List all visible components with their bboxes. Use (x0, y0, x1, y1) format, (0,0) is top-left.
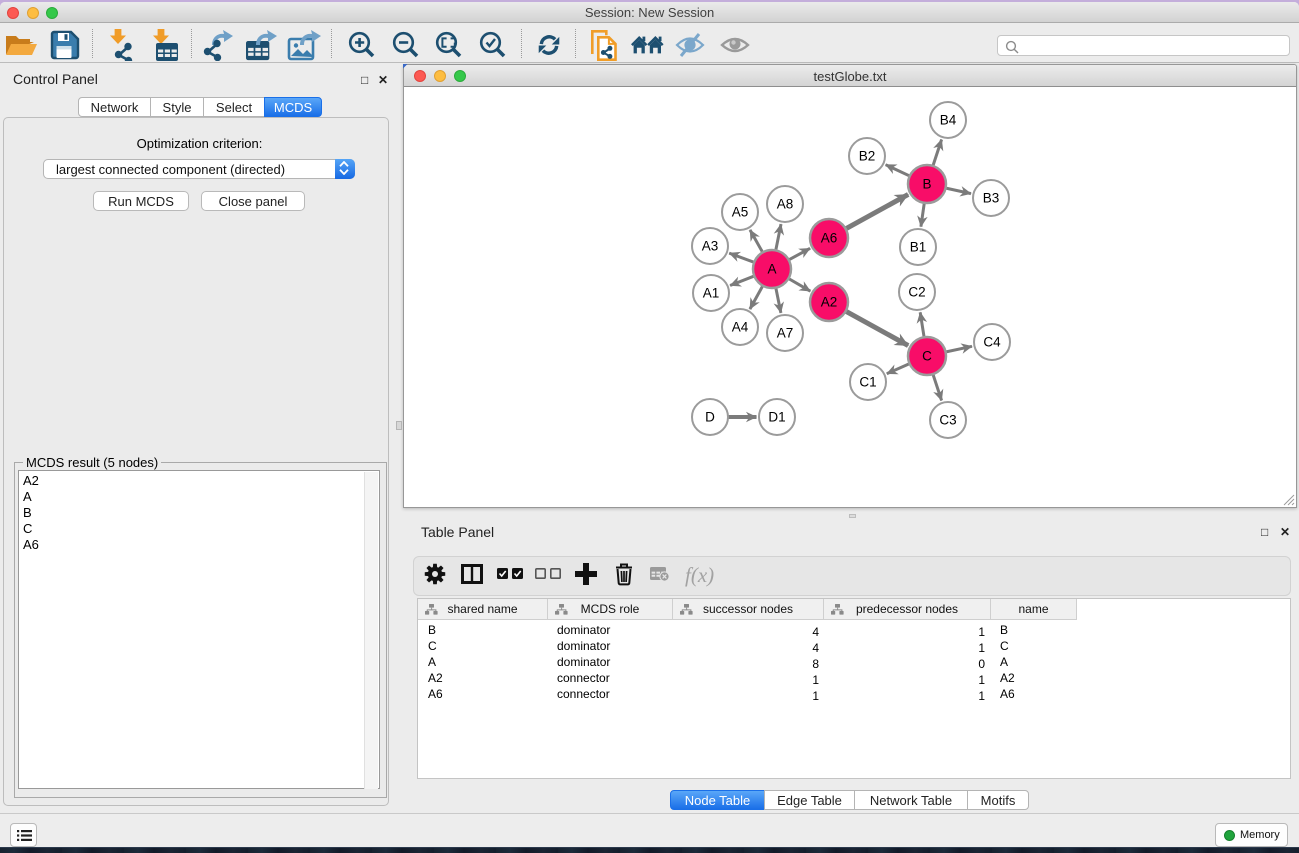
svg-text:C: C (922, 349, 932, 364)
svg-text:B: B (922, 177, 931, 192)
svg-text:C3: C3 (939, 413, 956, 428)
svg-text:B2: B2 (859, 149, 876, 164)
svg-text:D: D (705, 410, 715, 425)
svg-text:C1: C1 (859, 375, 876, 390)
svg-text:C4: C4 (983, 335, 1001, 350)
svg-text:D1: D1 (768, 410, 785, 425)
svg-text:A1: A1 (703, 286, 720, 301)
svg-text:B4: B4 (940, 113, 957, 128)
svg-text:A7: A7 (777, 326, 794, 341)
svg-text:A4: A4 (732, 320, 749, 335)
svg-text:A3: A3 (702, 239, 719, 254)
svg-text:C2: C2 (908, 285, 925, 300)
svg-text:B3: B3 (983, 191, 1000, 206)
svg-text:A2: A2 (821, 295, 838, 310)
svg-text:A8: A8 (777, 197, 794, 212)
svg-text:A5: A5 (732, 205, 749, 220)
svg-text:B1: B1 (910, 240, 927, 255)
svg-text:A6: A6 (821, 231, 838, 246)
svg-text:A: A (767, 262, 776, 277)
